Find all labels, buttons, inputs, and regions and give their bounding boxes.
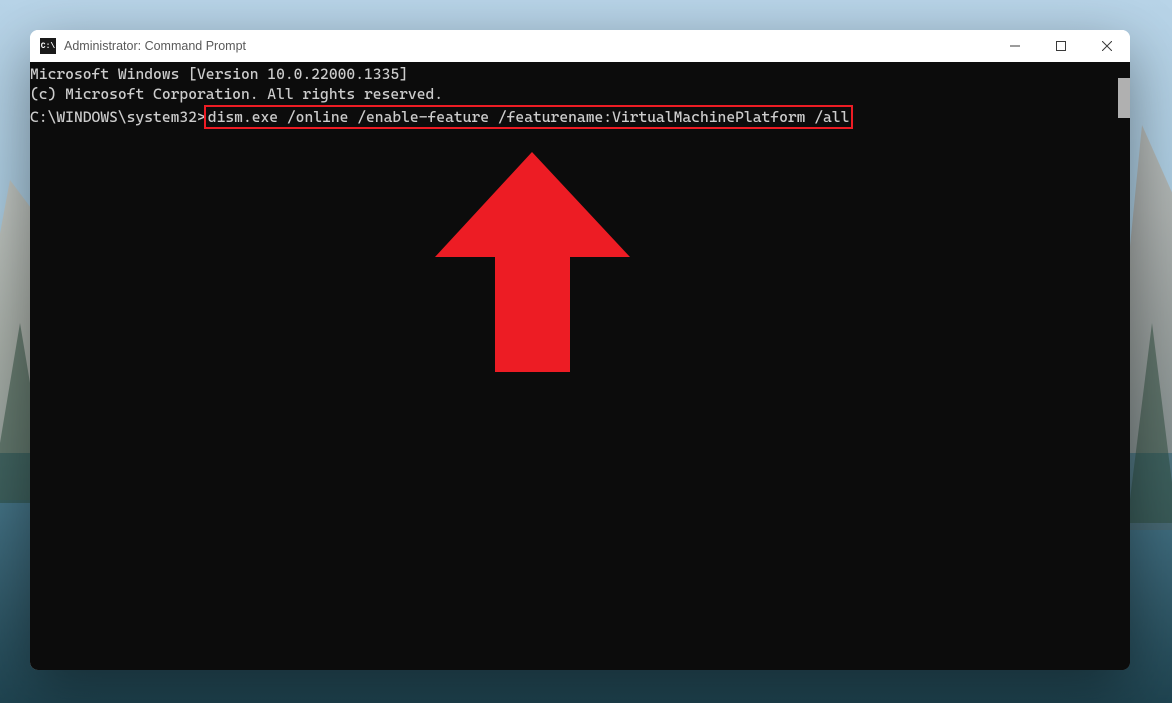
- close-button[interactable]: [1084, 30, 1130, 62]
- cmd-icon: C:\: [40, 38, 56, 54]
- terminal-line-version: Microsoft Windows [Version 10.0.22000.13…: [30, 64, 1118, 84]
- close-icon: [1102, 41, 1112, 51]
- terminal-prompt: C:\WINDOWS\system32>: [30, 108, 206, 126]
- maximize-icon: [1056, 41, 1066, 51]
- cmd-icon-label: C:\: [41, 42, 55, 51]
- titlebar[interactable]: C:\ Administrator: Command Prompt: [30, 30, 1130, 62]
- scrollbar-thumb[interactable]: [1118, 78, 1130, 118]
- terminal-content: Microsoft Windows [Version 10.0.22000.13…: [30, 62, 1118, 670]
- terminal-line-copyright: (c) Microsoft Corporation. All rights re…: [30, 84, 1118, 104]
- highlighted-command: dism.exe /online /enable-feature /featur…: [204, 105, 854, 129]
- window-title: Administrator: Command Prompt: [64, 39, 992, 53]
- minimize-button[interactable]: [992, 30, 1038, 62]
- window-controls: [992, 30, 1130, 62]
- cmd-window: C:\ Administrator: Command Prompt Micros…: [30, 30, 1130, 670]
- maximize-button[interactable]: [1038, 30, 1084, 62]
- scrollbar-track[interactable]: [1118, 62, 1130, 670]
- minimize-icon: [1010, 41, 1020, 51]
- terminal-area[interactable]: Microsoft Windows [Version 10.0.22000.13…: [30, 62, 1130, 670]
- terminal-line-command: C:\WINDOWS\system32>dism.exe /online /en…: [30, 105, 1118, 129]
- arrow-up-annotation-icon: [435, 152, 630, 372]
